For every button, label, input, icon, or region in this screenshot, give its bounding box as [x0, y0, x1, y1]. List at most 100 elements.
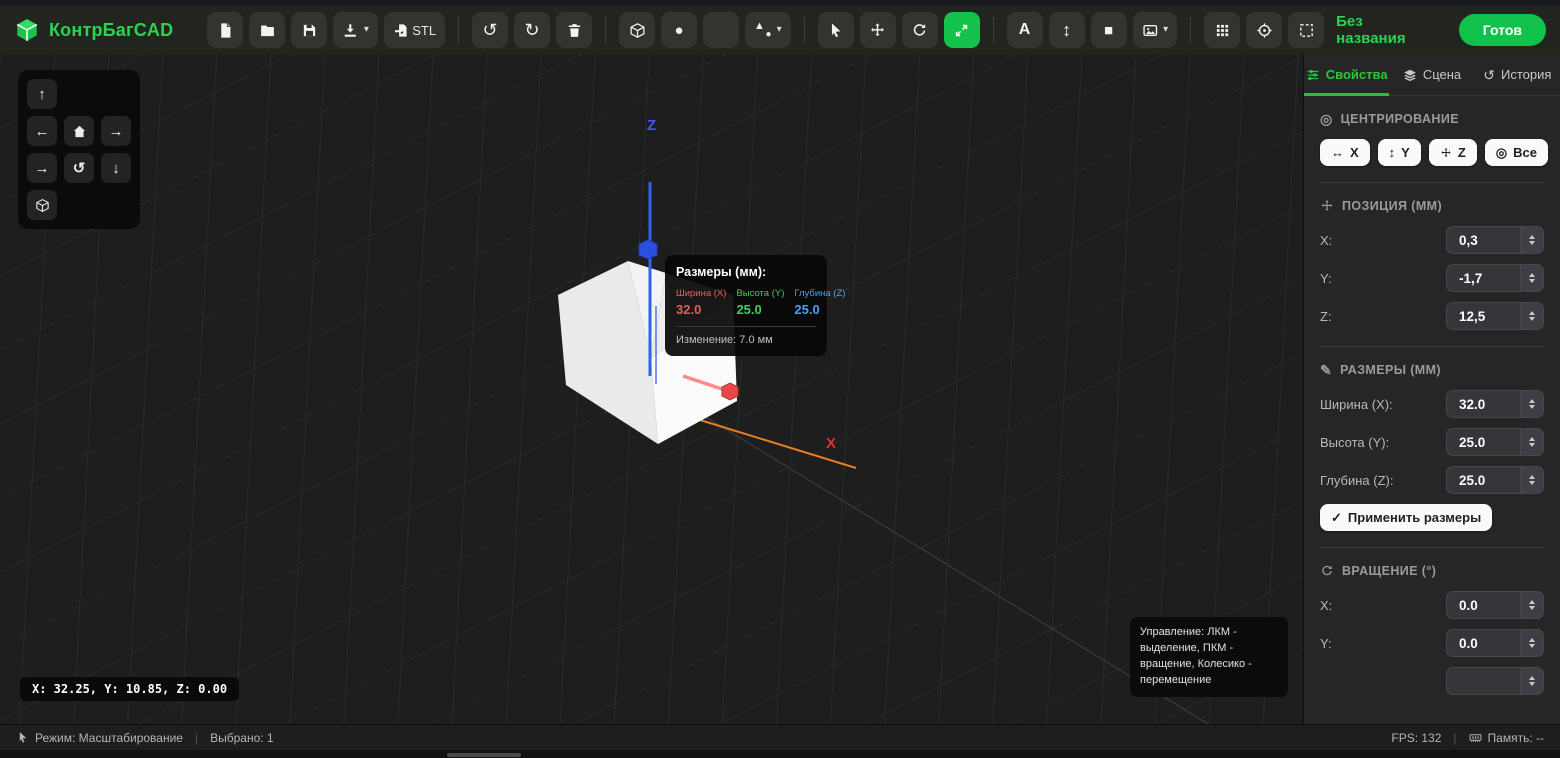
rotation-x-input[interactable] — [1447, 592, 1520, 618]
add-cylinder-button[interactable] — [703, 12, 740, 48]
viewport-3d[interactable]: ↑ ← → → ↺ ↓ Z X Размеры (мм): Ширина (X)… — [0, 54, 1303, 724]
toolbar-separator — [803, 17, 805, 43]
tooltip-height-column: Высота (Y) 25.0 — [736, 288, 785, 317]
new-file-button[interactable] — [207, 12, 244, 48]
undo-button[interactable]: ↺ — [472, 12, 509, 48]
rotation-x-stepper[interactable] — [1520, 592, 1543, 618]
width-stepper[interactable] — [1520, 391, 1543, 417]
z-scale-handle[interactable] — [638, 239, 658, 260]
rotation-y-input[interactable] — [1447, 630, 1520, 656]
depth-stepper[interactable] — [1520, 467, 1543, 493]
position-x-stepper[interactable] — [1520, 227, 1543, 253]
text-tool-button[interactable]: A — [1006, 12, 1043, 48]
height-stepper[interactable] — [1520, 429, 1543, 455]
text-tool-icon: A — [1018, 21, 1031, 38]
position-z-row: Z: — [1320, 302, 1544, 330]
ram-icon — [1469, 731, 1482, 744]
open-file-button[interactable] — [249, 12, 286, 48]
file-icon — [217, 22, 234, 39]
section-divider — [1320, 547, 1544, 548]
tab-scene[interactable]: Сцена — [1389, 54, 1474, 95]
mode-indicator: Режим: Масштабирование — [16, 731, 183, 745]
center-x-button[interactable]: ↔ X — [1320, 139, 1370, 166]
cursor-icon — [16, 731, 29, 744]
width-input[interactable] — [1447, 391, 1520, 417]
rotation-z-stepper[interactable] — [1520, 668, 1543, 694]
z-axis-label: Z — [647, 117, 656, 134]
caret-down-icon: ▾ — [363, 24, 369, 35]
add-cube-button[interactable] — [619, 12, 656, 48]
select-tool-button[interactable] — [817, 12, 854, 48]
tooltip-depth-column: Глубина (Z) 25.0 — [794, 288, 846, 317]
redo-button[interactable]: ↻ — [514, 12, 551, 48]
tab-history[interactable]: ↺ История — [1475, 54, 1560, 95]
document-title: Без названия — [1336, 13, 1406, 47]
height-input[interactable] — [1447, 429, 1520, 455]
add-sphere-button[interactable]: ● — [661, 12, 698, 48]
properties-panel: ◎ ЦЕНТРИРОВАНИЕ ↔ X ↕ Y Z ◎ Все ПОЗИЦИЯ … — [1304, 96, 1560, 724]
toggle-grid-button[interactable] — [1204, 12, 1241, 48]
vertical-arrows-icon: ↕ — [1388, 145, 1396, 160]
depth-input[interactable] — [1447, 467, 1520, 493]
file-import-icon — [393, 22, 409, 39]
tooltip-title: Размеры (мм): — [676, 265, 767, 279]
properties-sidebar: Свойства Сцена ↺ История ◎ ЦЕНТРИРОВАНИЕ… — [1303, 54, 1560, 724]
dimensions-section-title: ✎ РАЗМЕРЫ (ММ) — [1320, 362, 1441, 378]
sphere-icon: ● — [674, 21, 684, 39]
tab-label: История — [1500, 67, 1552, 82]
cursor-coordinates: X: 32.25, Y: 10.85, Z: 0.00 — [20, 677, 240, 701]
center-y-button[interactable]: ↕ Y — [1377, 139, 1421, 166]
field-label: X: — [1320, 597, 1333, 613]
horizontal-arrows-icon: ↔ — [1331, 145, 1344, 160]
rotation-y-stepper[interactable] — [1520, 630, 1543, 656]
rotation-x-row: X: — [1320, 591, 1544, 619]
move-icon — [1440, 147, 1452, 159]
save-button[interactable] — [291, 12, 328, 48]
main-toolbar: КонтрБагCAD ▾ STL ↺ ↻ ● ▲ ● ▾ A ↕ ■ ▾ Без… — [0, 6, 1560, 54]
position-z-input[interactable] — [1447, 303, 1520, 329]
position-x-input[interactable] — [1447, 227, 1520, 253]
field-label: Z: — [1320, 308, 1332, 324]
rotate-icon — [911, 22, 928, 39]
shapes-menu-button[interactable]: ▲ ● ▾ — [745, 12, 791, 48]
rotation-z-input[interactable] — [1447, 668, 1520, 694]
stretch-vertical-button[interactable]: ↕ — [1048, 12, 1085, 48]
center-all-button[interactable]: ◎ Все — [1484, 139, 1548, 166]
import-stl-button[interactable]: STL — [383, 12, 446, 48]
ready-button[interactable]: Готов — [1458, 14, 1546, 46]
dimensions-tooltip: Размеры (мм): Ширина (X) 32.0 Высота (Y)… — [665, 255, 845, 356]
delete-button[interactable] — [556, 12, 593, 48]
apply-dimensions-button[interactable]: ✓ Применить размеры — [1320, 504, 1493, 531]
position-y-row: Y: — [1320, 264, 1544, 292]
controls-help-tooltip: Управление: ЛКМ - выделение, ПКМ - враще… — [1130, 617, 1288, 697]
scale-tool-button[interactable] — [943, 12, 980, 48]
move-tool-button[interactable] — [859, 12, 896, 48]
redo-icon: ↻ — [524, 20, 540, 40]
position-y-input[interactable] — [1447, 265, 1520, 291]
grid-icon — [1214, 22, 1231, 39]
center-view-button[interactable] — [1246, 12, 1283, 48]
fps-indicator: FPS: 132 — [1391, 730, 1442, 745]
field-label: Глубина (Z): — [1320, 472, 1394, 488]
image-menu-button[interactable]: ▾ — [1132, 12, 1178, 48]
trash-icon — [566, 22, 583, 39]
x-scale-handle[interactable] — [721, 382, 739, 401]
position-y-stepper[interactable] — [1520, 265, 1543, 291]
export-menu-button[interactable]: ▾ — [333, 12, 378, 48]
rotation-z-row-partial — [1320, 667, 1544, 695]
tab-properties[interactable]: Свойства — [1304, 54, 1390, 96]
tab-label: Свойства — [1325, 67, 1388, 82]
rotation-section-title: ВРАЩЕНИЕ (°) — [1320, 564, 1544, 578]
position-z-stepper[interactable] — [1520, 303, 1543, 329]
status-bar: Режим: Масштабирование | Выбрано: 1 FPS:… — [0, 724, 1560, 750]
x-axis-label: X — [826, 435, 836, 452]
rotate-tool-button[interactable] — [901, 12, 938, 48]
vertical-arrows-icon: ↕ — [1062, 20, 1072, 40]
add-plane-button[interactable]: ■ — [1090, 12, 1127, 48]
save-icon — [301, 22, 318, 39]
scene-canvas: Z X — [558, 117, 1210, 724]
target-icon — [1256, 22, 1273, 39]
rotation-y-row: Y: — [1320, 629, 1544, 657]
center-z-button[interactable]: Z — [1428, 139, 1477, 166]
selection-frame-button[interactable] — [1288, 12, 1325, 48]
